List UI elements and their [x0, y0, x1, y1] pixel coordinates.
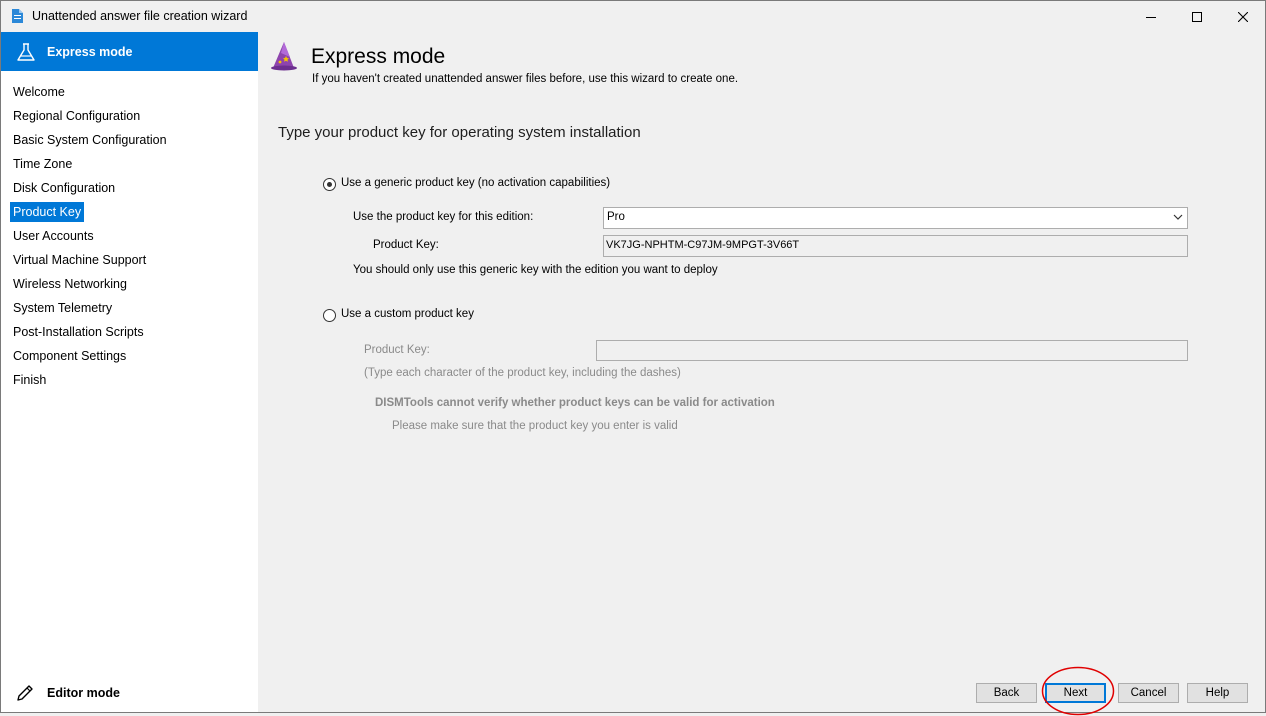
app-icon [12, 9, 23, 23]
sidebar-item-regional-configuration[interactable]: Regional Configuration [1, 104, 258, 128]
sidebar: Express mode Welcome Regional Configurat… [1, 32, 258, 712]
maximize-icon [1192, 11, 1202, 22]
generic-product-key-label: Product Key: [373, 239, 439, 251]
sidebar-item-time-zone[interactable]: Time Zone [1, 152, 258, 176]
wizard-window: Unattended answer file creation wizard E… [0, 0, 1266, 716]
generic-product-key-value: VK7JG-NPHTM-C97JM-9MPGT-3V66T [606, 239, 800, 251]
sidebar-item-post-installation-scripts[interactable]: Post-Installation Scripts [1, 320, 258, 344]
sidebar-item-disk-configuration[interactable]: Disk Configuration [1, 176, 258, 200]
custom-key-radio-label[interactable]: Use a custom product key [341, 308, 474, 320]
sidebar-item-wireless-networking[interactable]: Wireless Networking [1, 272, 258, 296]
sidebar-item-system-telemetry[interactable]: System Telemetry [1, 296, 258, 320]
close-button[interactable] [1220, 1, 1266, 32]
back-button[interactable]: Back [976, 683, 1037, 703]
custom-key-hint: (Type each character of the product key,… [364, 367, 681, 379]
close-icon [1238, 11, 1248, 22]
main-panel: Express mode If you haven't created unat… [258, 32, 1265, 716]
sidebar-item-user-accounts[interactable]: User Accounts [1, 224, 258, 248]
pencil-icon [17, 685, 33, 701]
custom-product-key-field[interactable] [596, 340, 1188, 361]
help-button[interactable]: Help [1187, 683, 1248, 703]
custom-key-radio[interactable] [323, 309, 336, 322]
page-title: Express mode [311, 45, 446, 68]
chevron-down-icon [1173, 214, 1183, 220]
minimize-button[interactable] [1128, 1, 1174, 32]
window-title: Unattended answer file creation wizard [32, 9, 248, 23]
cancel-button[interactable]: Cancel [1118, 683, 1179, 703]
title-bar: Unattended answer file creation wizard [1, 1, 1265, 32]
edition-select-value: Pro [607, 211, 625, 223]
sidebar-item-product-key[interactable]: Product Key [1, 200, 258, 224]
minimize-icon [1146, 16, 1156, 18]
step-list: Welcome Regional Configuration Basic Sys… [1, 80, 258, 392]
generic-product-key-field[interactable]: VK7JG-NPHTM-C97JM-9MPGT-3V66T [603, 235, 1188, 257]
sidebar-header: Express mode [1, 32, 258, 71]
editor-mode-label: Editor mode [47, 686, 120, 700]
section-title: Type your product key for operating syst… [278, 124, 641, 141]
sidebar-item-basic-system-configuration[interactable]: Basic System Configuration [1, 128, 258, 152]
verification-warning-title: DISMTools cannot verify whether product … [375, 397, 775, 409]
generic-key-radio-label[interactable]: Use a generic product key (no activation… [341, 177, 610, 189]
wizard-hat-icon [271, 42, 297, 71]
sidebar-item-welcome[interactable]: Welcome [1, 80, 258, 104]
flask-icon [17, 43, 35, 61]
maximize-button[interactable] [1174, 1, 1220, 32]
verification-warning-text: Please make sure that the product key yo… [392, 420, 678, 432]
generic-key-note: You should only use this generic key wit… [353, 264, 718, 276]
page-subtitle: If you haven't created unattended answer… [312, 73, 739, 85]
edition-select[interactable]: Pro [603, 207, 1188, 229]
next-button[interactable]: Next [1045, 683, 1106, 703]
custom-product-key-label: Product Key: [364, 344, 430, 356]
sidebar-item-finish[interactable]: Finish [1, 368, 258, 392]
sidebar-item-component-settings[interactable]: Component Settings [1, 344, 258, 368]
generic-key-radio[interactable] [323, 178, 336, 191]
edition-label: Use the product key for this edition: [353, 211, 534, 223]
sidebar-header-label: Express mode [47, 45, 133, 59]
sidebar-item-virtual-machine-support[interactable]: Virtual Machine Support [1, 248, 258, 272]
